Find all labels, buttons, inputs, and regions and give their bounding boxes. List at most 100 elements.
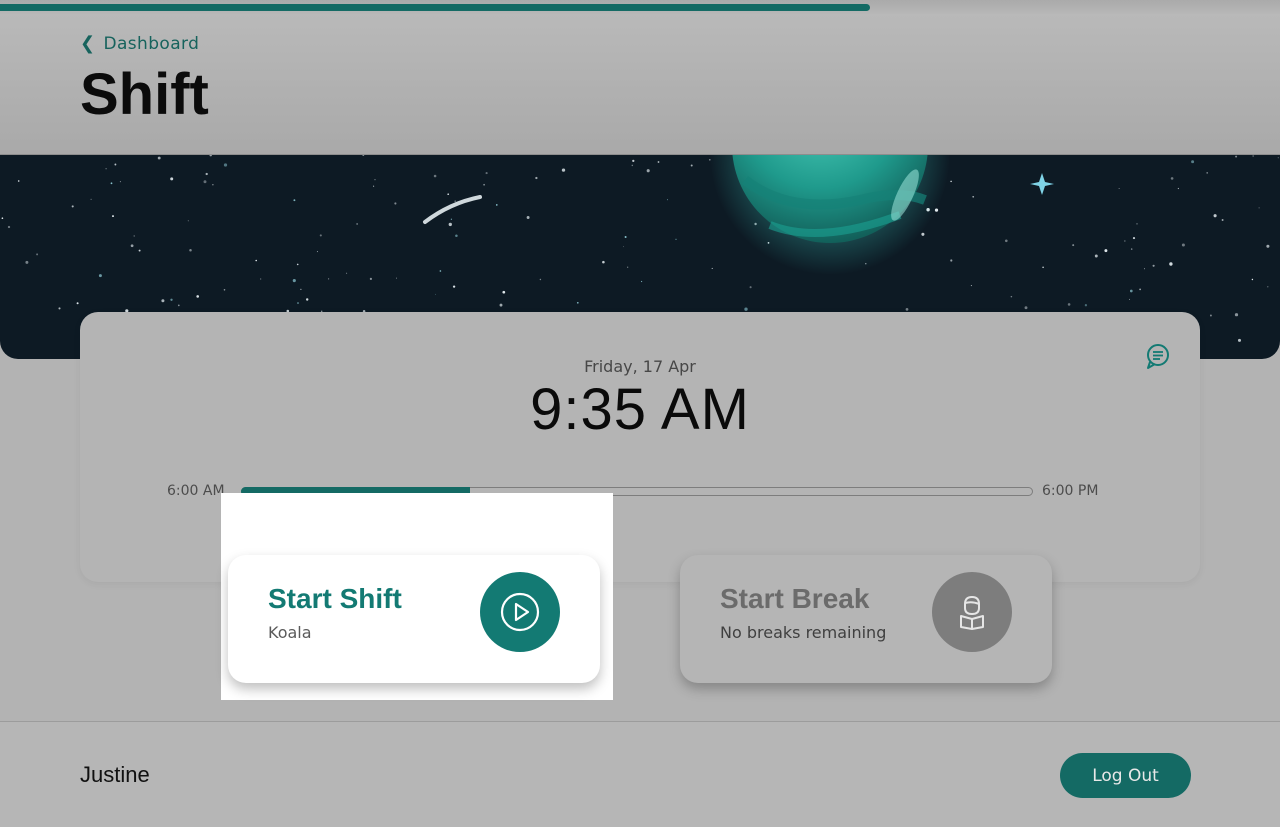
star: [1129, 298, 1130, 300]
star: [328, 278, 330, 280]
star: [1124, 240, 1126, 242]
star: [1169, 262, 1173, 266]
star: [526, 216, 530, 219]
sparkle-star: [1030, 173, 1054, 195]
star: [972, 195, 975, 198]
star: [90, 198, 92, 200]
star: [394, 202, 397, 205]
star: [25, 260, 29, 264]
star: [356, 223, 358, 225]
star: [1072, 244, 1075, 247]
star: [1235, 155, 1238, 158]
star: [205, 172, 208, 176]
start-break-button: Start Break No breaks remaining: [680, 555, 1052, 683]
star: [448, 222, 452, 227]
star: [319, 234, 322, 237]
star: [1004, 239, 1008, 243]
star: [305, 298, 309, 301]
star: [1024, 306, 1028, 310]
star: [641, 280, 643, 283]
page-header: ❮ Dashboard Shift: [0, 14, 1280, 155]
star: [675, 238, 677, 240]
star: [666, 199, 669, 201]
shift-end-time: 6:00 PM: [1042, 483, 1099, 499]
reading-person-icon: [960, 595, 984, 630]
star: [36, 253, 39, 256]
star: [1084, 304, 1088, 307]
star: [602, 260, 605, 264]
star: [1104, 249, 1108, 253]
star: [711, 267, 713, 269]
star: [187, 220, 189, 222]
star: [138, 249, 141, 252]
star: [535, 176, 538, 180]
star: [17, 180, 20, 182]
start-break-circle: [932, 572, 1012, 652]
start-break-title: Start Break: [720, 583, 870, 614]
star: [1139, 288, 1141, 291]
star: [950, 180, 952, 183]
star: [1213, 214, 1217, 218]
star: [130, 244, 134, 248]
star: [1143, 268, 1146, 270]
star: [1136, 223, 1138, 225]
star: [1118, 188, 1120, 189]
star: [170, 177, 174, 181]
star: [1132, 237, 1136, 240]
star: [1277, 157, 1279, 159]
star: [483, 183, 485, 186]
star: [292, 279, 296, 283]
star: [1130, 248, 1133, 250]
star: [189, 249, 192, 252]
star: [296, 263, 299, 266]
star: [1191, 160, 1195, 164]
shift-start-time: 6:00 AM: [167, 483, 225, 499]
star: [1258, 207, 1260, 209]
star: [316, 251, 318, 253]
star: [905, 308, 909, 311]
star: [297, 302, 299, 304]
star: [177, 304, 180, 307]
star: [657, 161, 660, 163]
star: [439, 270, 442, 272]
star: [161, 299, 165, 303]
star: [1237, 338, 1242, 342]
star: [495, 204, 498, 206]
star: [1067, 303, 1071, 306]
star: [157, 156, 161, 160]
back-to-dashboard-link[interactable]: ❮ Dashboard: [80, 33, 199, 54]
star: [1234, 313, 1239, 317]
star: [1177, 187, 1180, 190]
star: [623, 246, 624, 248]
star: [921, 232, 925, 236]
star: [485, 172, 488, 175]
star: [71, 205, 74, 208]
star: [1094, 254, 1098, 258]
star: [396, 277, 397, 279]
star: [435, 293, 436, 295]
play-circle-icon: [500, 592, 540, 632]
start-shift-circle: [480, 572, 560, 652]
star: [170, 298, 173, 301]
start-shift-title: Start Shift: [268, 583, 402, 614]
star: [223, 163, 228, 167]
star: [499, 303, 503, 307]
star: [950, 259, 953, 262]
logout-button[interactable]: Log Out: [1060, 753, 1191, 798]
star: [114, 163, 117, 166]
star: [374, 179, 376, 181]
star: [631, 164, 634, 167]
star: [1, 217, 4, 220]
page-title: Shift: [80, 62, 209, 127]
star: [1042, 266, 1044, 269]
chevron-left-icon: ❮: [80, 33, 96, 54]
star: [1129, 289, 1133, 293]
star: [1010, 295, 1013, 298]
comet: [423, 195, 482, 224]
star: [1267, 286, 1269, 288]
current-date: Friday, 17 Apr: [584, 357, 696, 376]
start-shift-button[interactable]: Start Shift Koala: [228, 555, 600, 683]
star: [58, 307, 61, 310]
star: [744, 307, 748, 311]
star: [1266, 244, 1270, 248]
